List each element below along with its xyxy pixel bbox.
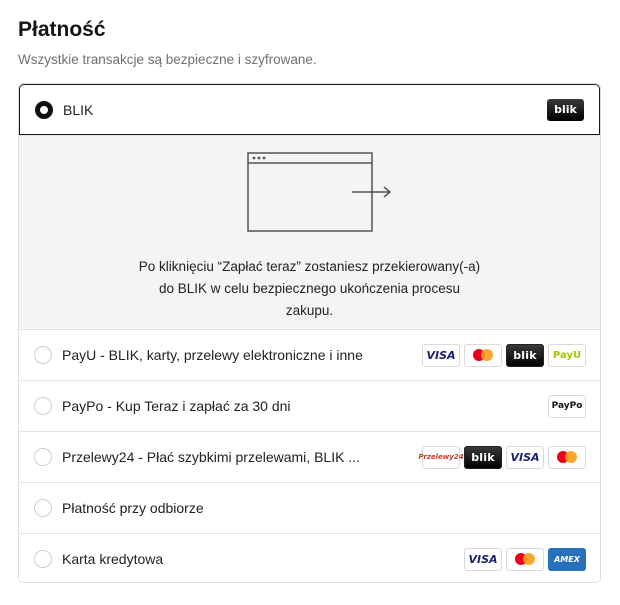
payment-logos: VISA blik PayU	[422, 343, 586, 367]
payu-logo: PayU	[548, 343, 586, 367]
radio-blik[interactable]	[35, 100, 53, 119]
payment-option-label: PayPo - Kup Teraz i zapłać za 30 dni	[62, 398, 291, 414]
blik-redirect-line: zakupu.	[285, 303, 334, 318]
mastercard-logo	[464, 343, 502, 367]
paypo-logo: PayPo	[548, 394, 586, 418]
radio-przelewy24[interactable]	[34, 448, 52, 466]
blik-redirect-panel: Po kliknięciu “Zapłać teraz” zostaniesz …	[19, 135, 600, 329]
mastercard-logo	[548, 445, 586, 469]
payment-option-cash-on-delivery[interactable]: Płatność przy odbiorze	[19, 482, 600, 533]
payment-option-paypo[interactable]: PayPo - Kup Teraz i zapłać za 30 dni Pay…	[19, 380, 600, 431]
radio-credit-card[interactable]	[34, 550, 52, 568]
payment-logos: VISA AMEX	[464, 547, 586, 571]
visa-logo: VISA	[506, 445, 544, 469]
payment-option-label: BLIK	[63, 101, 94, 118]
payment-option-label: Karta kredytowa	[62, 551, 164, 567]
payment-option-payu[interactable]: PayU - BLIK, karty, przelewy elektronicz…	[19, 329, 600, 380]
page-title: Płatność	[18, 18, 106, 41]
payment-option-przelewy24[interactable]: Przelewy24 - Płać szybkimi przelewami, B…	[19, 431, 600, 482]
blik-redirect-line: Po kliknięciu “Zapłać teraz” zostaniesz …	[138, 259, 481, 274]
visa-logo: VISA	[422, 343, 460, 367]
payment-option-label: Płatność przy odbiorze	[62, 500, 204, 516]
visa-logo: VISA	[464, 547, 502, 571]
browser-redirect-icon	[247, 152, 392, 232]
payment-option-blik[interactable]: BLIK blik	[19, 84, 600, 135]
blik-logo: blik	[464, 445, 502, 469]
blik-redirect-message: Po kliknięciu “Zapłać teraz” zostaniesz …	[19, 256, 600, 322]
payment-option-credit-card[interactable]: Karta kredytowa VISA AMEX	[19, 533, 600, 582]
blik-logo: blik	[506, 343, 544, 367]
radio-payu[interactable]	[34, 346, 52, 364]
page-subtitle: Wszystkie transakcje są bezpieczne i szy…	[18, 52, 317, 67]
payment-logos: PayPo	[548, 394, 586, 418]
przelewy24-logo: Przelewy24	[418, 445, 464, 469]
payment-option-label: Przelewy24 - Płać szybkimi przelewami, B…	[62, 449, 360, 465]
mastercard-logo	[506, 547, 544, 571]
amex-logo: AMEX	[548, 547, 586, 571]
blik-redirect-line: do BLIK w celu bezpiecznego ukończenia p…	[159, 281, 460, 296]
payment-option-label: PayU - BLIK, karty, przelewy elektronicz…	[62, 347, 363, 363]
radio-paypo[interactable]	[34, 397, 52, 415]
payment-methods-box: BLIK blik Po kliknięciu “Zapłać teraz” z…	[18, 83, 601, 583]
blik-logo: blik	[547, 98, 584, 121]
radio-cash-on-delivery[interactable]	[34, 499, 52, 517]
payment-logos: Przelewy24 blik VISA	[418, 445, 586, 469]
